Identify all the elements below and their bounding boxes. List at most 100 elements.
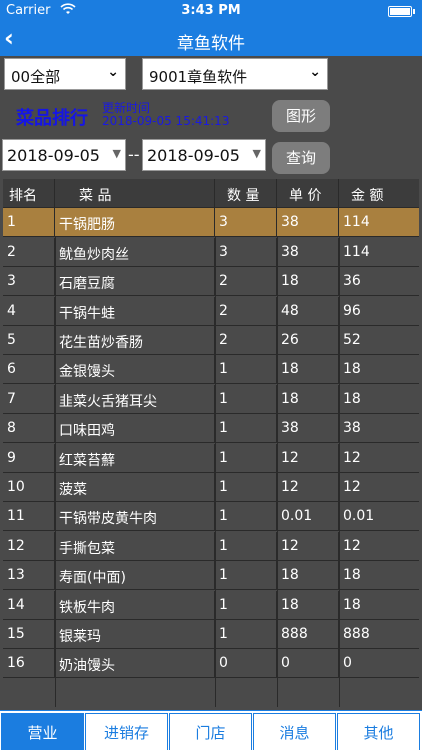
status-bar: Carrier 3:43 PM bbox=[0, 0, 422, 22]
table-cell: 1 bbox=[215, 414, 277, 444]
table-cell: 寿面(中面) bbox=[55, 561, 215, 591]
table-cell: 1 bbox=[215, 384, 277, 414]
chart-button[interactable]: 图形 bbox=[272, 100, 330, 132]
table-row[interactable]: 1 干锅肥肠 3 38 114 bbox=[3, 208, 419, 238]
chevron-down-icon: ⌄ bbox=[309, 64, 321, 80]
query-button[interactable]: 查询 bbox=[272, 142, 330, 174]
page-title: 章鱼软件 bbox=[177, 34, 245, 54]
table-cell: 1 bbox=[215, 561, 277, 591]
tab-inventory[interactable]: 进销存 bbox=[85, 713, 168, 750]
tab-stores[interactable]: 门店 bbox=[169, 713, 252, 750]
tab-other[interactable]: 其他 bbox=[337, 713, 420, 750]
column-header[interactable]: 金 额 bbox=[339, 179, 419, 208]
table-cell: 3 bbox=[215, 208, 277, 238]
table-cell: 12 bbox=[343, 479, 361, 495]
table-cell: 3 bbox=[3, 267, 55, 297]
table-cell: 18 bbox=[343, 567, 361, 584]
tab-business[interactable]: 营业 bbox=[1, 713, 84, 750]
table-row[interactable]: 8 口味田鸡 1 38 38 bbox=[3, 414, 419, 444]
table-row[interactable]: 10 菠菜 1 12 12 bbox=[3, 473, 419, 502]
table-cell: 38 bbox=[277, 414, 339, 444]
store-select-value: 00全部 bbox=[11, 68, 61, 86]
table-cell: 5 bbox=[3, 326, 55, 355]
end-date-picker[interactable]: 2018-09-05 ▼ bbox=[142, 139, 266, 171]
table-cell: 16 bbox=[3, 649, 55, 679]
table-row[interactable]: 7 韭菜火舌猪耳尖 1 18 18 bbox=[3, 384, 419, 414]
table-cell: 38 bbox=[277, 208, 339, 238]
table-cell: 1 bbox=[215, 443, 277, 473]
company-select[interactable]: 9001章鱼软件 ⌄ bbox=[142, 58, 328, 90]
table-cell: 2 bbox=[215, 296, 277, 326]
table-cell: 干锅肥肠 bbox=[55, 208, 215, 238]
table-cell: 菠菜 bbox=[55, 473, 215, 502]
table-cell: 金银馒头 bbox=[55, 355, 215, 385]
table-cell: 18 bbox=[343, 361, 361, 378]
table-cell: 36 bbox=[343, 273, 361, 290]
table-row[interactable]: 5 花生苗炒香肠 2 26 52 bbox=[3, 326, 419, 355]
column-header[interactable]: 单 价 bbox=[277, 179, 339, 208]
tab-messages[interactable]: 消息 bbox=[253, 713, 336, 750]
triangle-down-icon: ▼ bbox=[252, 147, 261, 160]
table-cell: 52 bbox=[343, 332, 361, 348]
table-cell: 18 bbox=[343, 596, 361, 613]
nav-bar: ‹ 章鱼软件 bbox=[0, 22, 422, 56]
table-row[interactable]: 2 鱿鱼炒肉丝 3 38 114 bbox=[3, 237, 419, 267]
table-row[interactable]: 4 干锅牛蛙 2 48 96 bbox=[3, 296, 419, 326]
table-cell: 18 bbox=[343, 390, 361, 407]
table-cell: 2 bbox=[3, 237, 55, 267]
table-cell: 1 bbox=[215, 531, 277, 561]
table-cell: 11 bbox=[3, 502, 55, 532]
table-cell: 手撕包菜 bbox=[55, 531, 215, 561]
table-cell: 26 bbox=[277, 326, 339, 355]
tab-bar: 营业 进销存 门店 消息 其他 bbox=[0, 710, 422, 750]
store-select[interactable]: 00全部 ⌄ bbox=[4, 58, 126, 90]
table-cell: 1 bbox=[215, 355, 277, 385]
table-cell: 1 bbox=[215, 620, 277, 649]
table-cell: 888 bbox=[343, 626, 370, 642]
table-row[interactable]: 12 手撕包菜 1 12 12 bbox=[3, 531, 419, 561]
table-row[interactable]: 9 红菜苔蘚 1 12 12 bbox=[3, 443, 419, 473]
column-header[interactable]: 数 量 bbox=[215, 179, 277, 208]
table-cell: 干锅带皮黄牛肉 bbox=[55, 502, 215, 532]
table-cell: 石磨豆腐 bbox=[55, 267, 215, 297]
table-cell: 12 bbox=[277, 443, 339, 473]
table-cell: 18 bbox=[277, 384, 339, 414]
table-cell: 红菜苔蘚 bbox=[55, 443, 215, 473]
table-cell: 888 bbox=[277, 620, 339, 649]
table-row[interactable]: 11 干锅带皮黄牛肉 1 0.01 0.01 bbox=[3, 502, 419, 532]
battery-icon bbox=[388, 6, 412, 17]
triangle-down-icon: ▼ bbox=[112, 147, 121, 160]
table-row[interactable]: 3 石磨豆腐 2 18 36 bbox=[3, 267, 419, 297]
column-header[interactable]: 排名 bbox=[3, 179, 55, 208]
table-cell: 12 bbox=[277, 473, 339, 502]
chevron-down-icon: ⌄ bbox=[107, 64, 119, 80]
battery-tip bbox=[413, 9, 415, 14]
table-cell: 口味田鸡 bbox=[55, 414, 215, 444]
update-time: 2018-09-05 15:41:13 bbox=[102, 114, 230, 128]
ranking-table: 排名菜 品数 量单 价金 额 1 干锅肥肠 3 38 114 2 鱿鱼炒肉丝 3 38 114 3 石磨… bbox=[3, 179, 419, 707]
table-row[interactable]: 16 奶油馒头 0 0 0 bbox=[3, 649, 419, 679]
table-cell: 15 bbox=[3, 620, 55, 649]
end-date-value: 2018-09-05 bbox=[147, 146, 240, 165]
table-cell: 奶油馒头 bbox=[55, 649, 215, 679]
table-cell: 9 bbox=[3, 443, 55, 473]
table-cell: 18 bbox=[277, 561, 339, 591]
table-cell: 38 bbox=[277, 237, 339, 267]
table-row[interactable]: 13 寿面(中面) 1 18 18 bbox=[3, 561, 419, 591]
start-date-picker[interactable]: 2018-09-05 ▼ bbox=[2, 139, 126, 171]
table-cell: 10 bbox=[3, 473, 55, 502]
table-cell: 48 bbox=[277, 296, 339, 326]
column-header[interactable]: 菜 品 bbox=[55, 179, 215, 208]
table-row[interactable]: 15 银莱玛 1 888 888 bbox=[3, 620, 419, 649]
table-row[interactable]: 6 金银馒头 1 18 18 bbox=[3, 355, 419, 385]
table-cell: 1 bbox=[215, 473, 277, 502]
table-cell: 1 bbox=[215, 590, 277, 620]
table-cell: 12 bbox=[3, 531, 55, 561]
table-row[interactable]: 14 铁板牛肉 1 18 18 bbox=[3, 590, 419, 620]
table-cell: 2 bbox=[215, 267, 277, 297]
table-cell: 鱿鱼炒肉丝 bbox=[55, 237, 215, 267]
table-header-row: 排名菜 品数 量单 价金 额 bbox=[3, 179, 419, 208]
table-cell: 韭菜火舌猪耳尖 bbox=[55, 384, 215, 414]
table-cell: 7 bbox=[3, 384, 55, 414]
table-cell: 6 bbox=[3, 355, 55, 385]
